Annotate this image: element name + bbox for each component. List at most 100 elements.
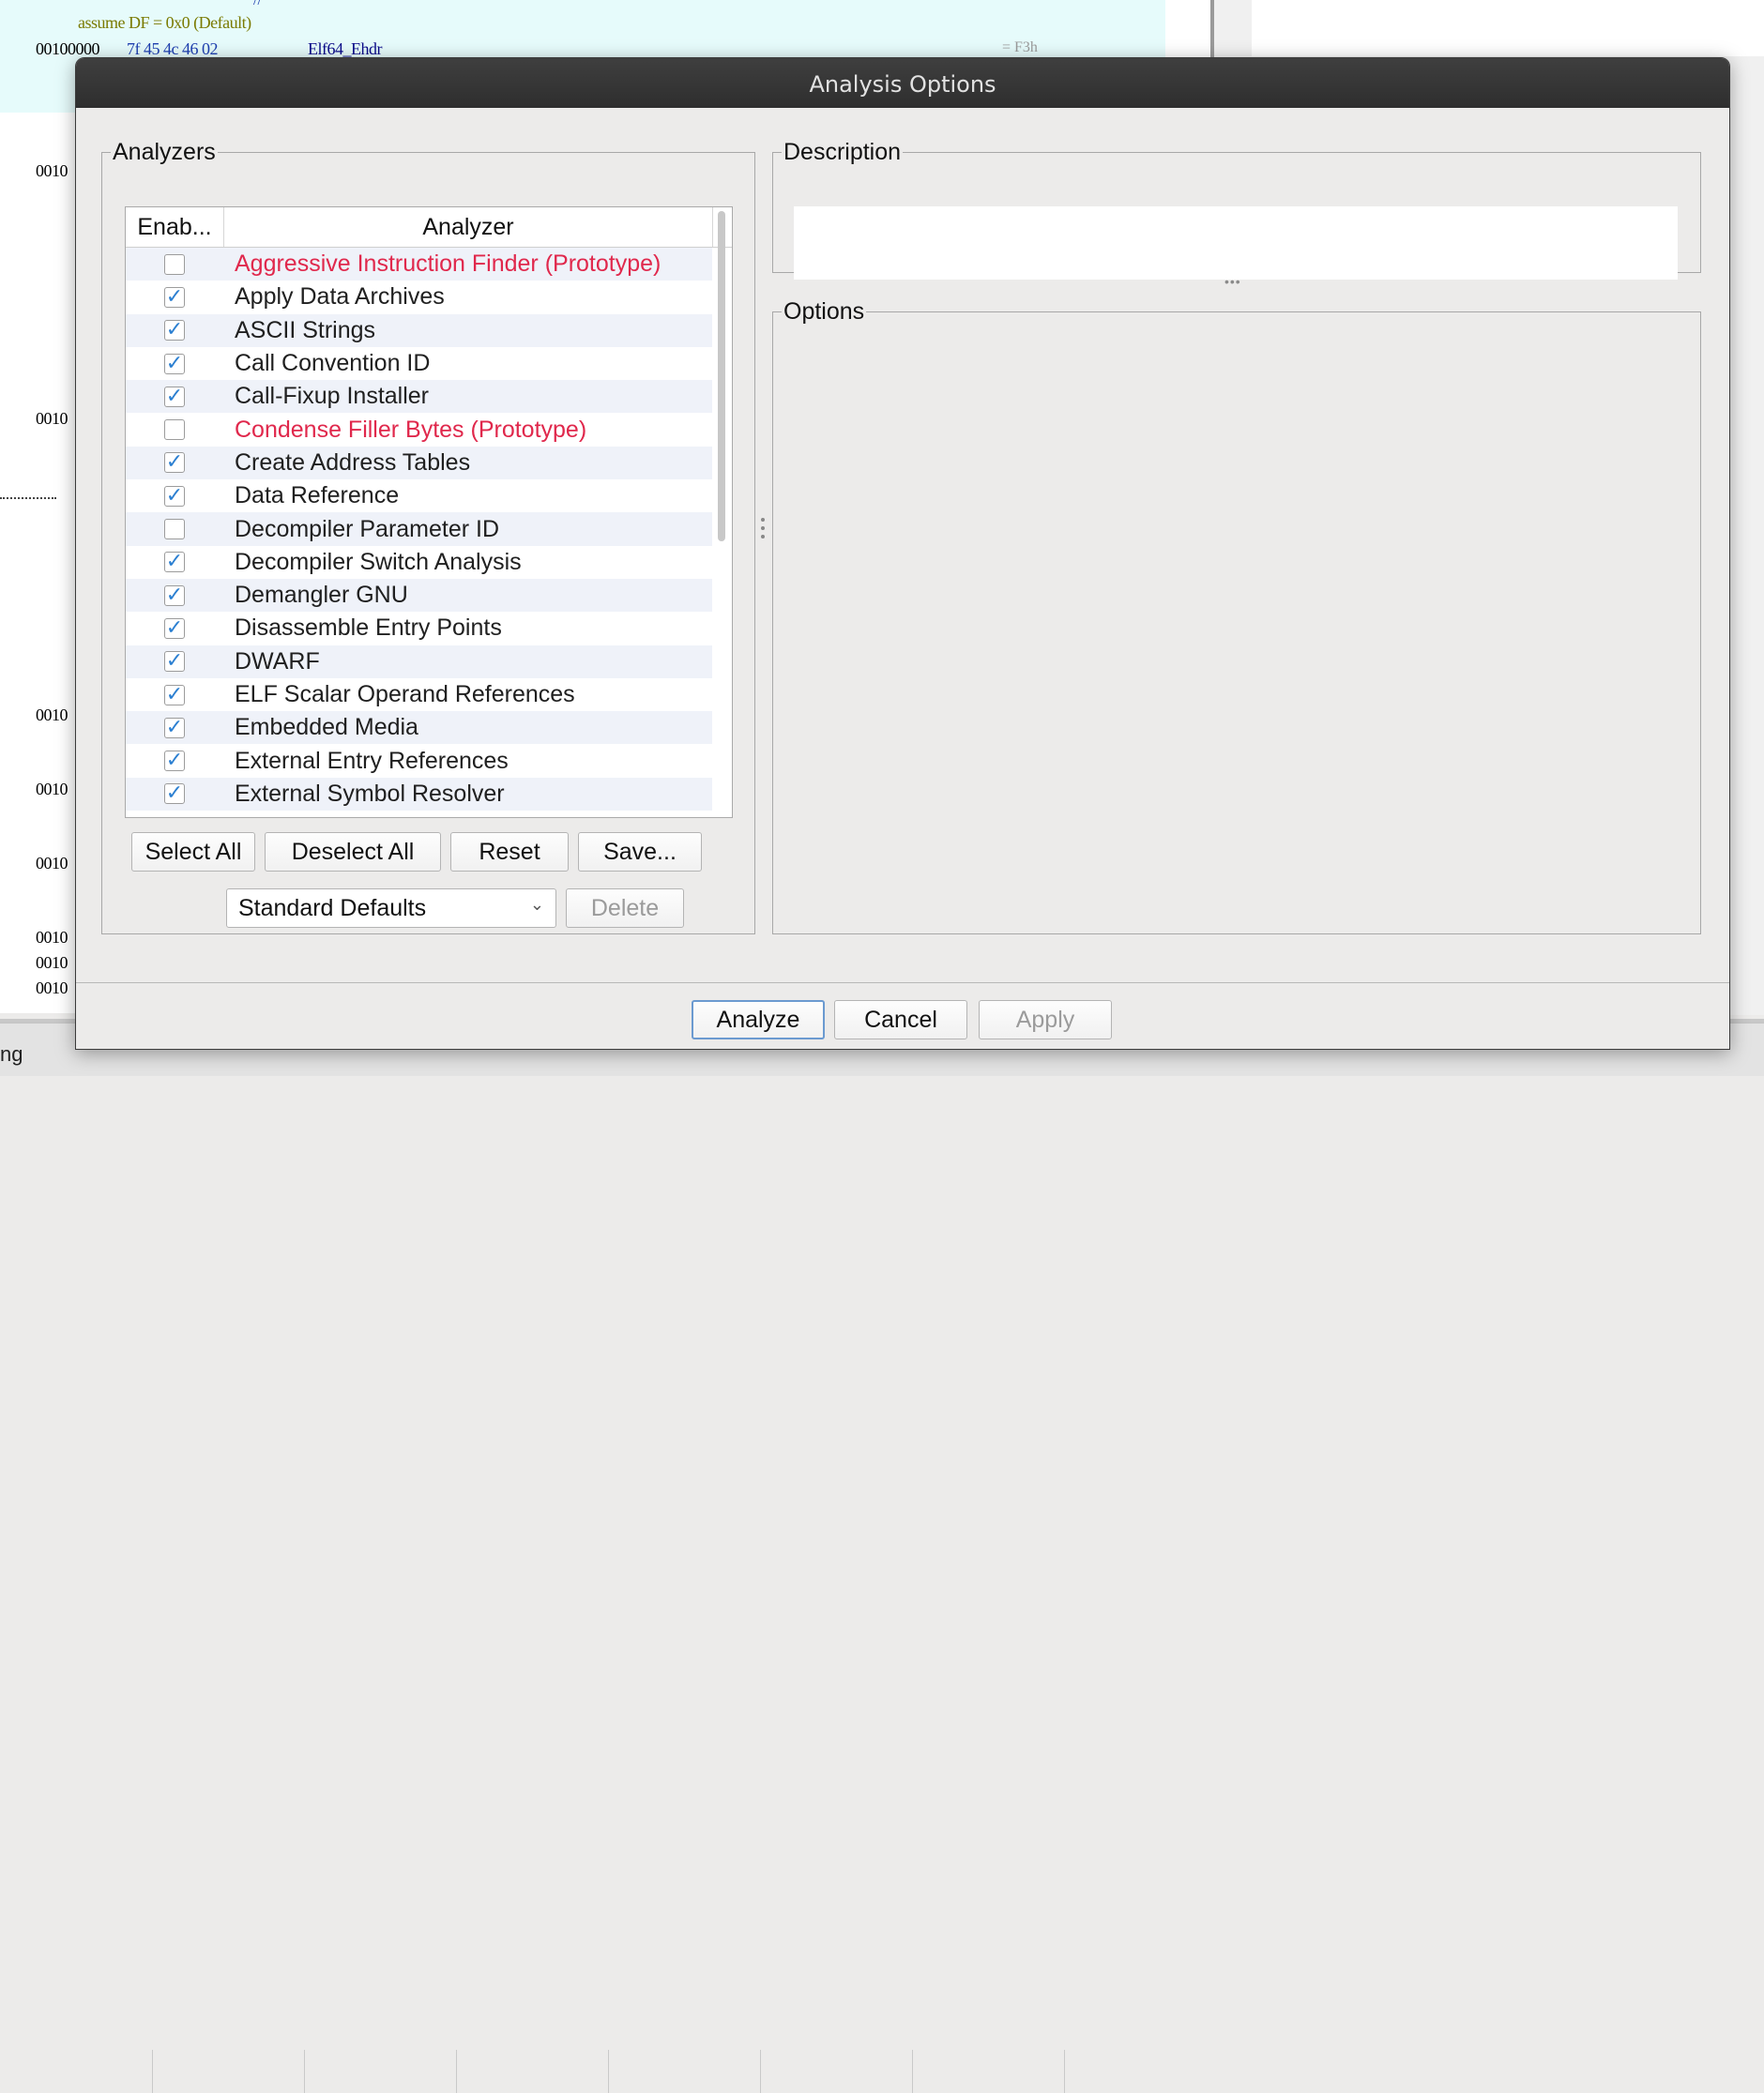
listing-datatype[interactable]: Elf64_Ehdr bbox=[308, 39, 382, 59]
checkmark-icon: ✓ bbox=[165, 583, 184, 607]
table-row[interactable]: Condense Filler Bytes (Prototype) bbox=[126, 413, 712, 447]
listing-address[interactable]: 00100000 bbox=[36, 39, 100, 59]
checkmark-icon: ✓ bbox=[165, 781, 184, 806]
checkmark-icon: ✓ bbox=[165, 384, 184, 408]
checkmark-icon: ✓ bbox=[165, 615, 184, 640]
listing-address[interactable]: 0010 bbox=[36, 953, 68, 973]
analyzer-name: Embedded Media bbox=[235, 714, 418, 741]
column-header-enabled[interactable]: Enab... bbox=[126, 207, 224, 247]
table-row[interactable]: ✓ Data Reference bbox=[126, 479, 712, 513]
enabled-checkbox[interactable]: ✓ bbox=[164, 351, 185, 375]
options-legend: Options bbox=[783, 298, 865, 325]
listing-address[interactable]: 0010 bbox=[36, 978, 68, 998]
save-button[interactable]: Save... bbox=[578, 832, 702, 872]
table-row[interactable]: ✓ External Symbol Resolver bbox=[126, 777, 712, 811]
analyzer-name: Aggressive Instruction Finder (Prototype… bbox=[235, 250, 662, 278]
table-row[interactable]: Decompiler Parameter ID bbox=[126, 512, 712, 546]
delete-button[interactable]: Delete bbox=[566, 888, 684, 928]
enabled-checkbox[interactable]: ✓ bbox=[164, 649, 185, 674]
enabled-cell bbox=[126, 419, 223, 441]
column-header-analyzer[interactable]: Analyzer bbox=[224, 207, 713, 247]
checkmark-icon: ✓ bbox=[165, 682, 184, 706]
table-row[interactable]: ✓ External Entry References bbox=[126, 744, 712, 778]
listing-address[interactable]: 0010 bbox=[36, 780, 68, 799]
table-row[interactable]: ✓ Call Convention ID bbox=[126, 346, 712, 381]
dialog-titlebar[interactable]: Analysis Options bbox=[76, 58, 1729, 108]
listing-separator bbox=[0, 497, 56, 499]
analyzer-name: Apply Data Archives bbox=[235, 283, 445, 311]
cancel-button[interactable]: Cancel bbox=[834, 1000, 967, 1039]
status-tab-separator bbox=[304, 2050, 305, 2093]
deselect-all-button[interactable]: Deselect All bbox=[265, 832, 441, 872]
status-tab-separator bbox=[760, 2050, 761, 2093]
apply-button[interactable]: Apply bbox=[979, 1000, 1112, 1039]
table-row[interactable]: ✓ Demangler GNU bbox=[126, 578, 712, 613]
enabled-checkbox[interactable] bbox=[164, 253, 185, 275]
enabled-cell: ✓ bbox=[126, 320, 223, 341]
enabled-checkbox[interactable] bbox=[164, 519, 185, 540]
table-row[interactable]: ✓ Disassemble Entry Points bbox=[126, 612, 712, 645]
enabled-cell: ✓ bbox=[126, 351, 223, 375]
analyzer-name: Data Reference bbox=[235, 482, 400, 509]
profile-select-value: Standard Defaults bbox=[238, 895, 427, 921]
table-row[interactable]: ✓ Embedded Media bbox=[126, 711, 712, 745]
enabled-checkbox[interactable] bbox=[164, 419, 185, 441]
listing-address[interactable]: 0010 bbox=[36, 705, 68, 725]
enabled-cell: ✓ bbox=[126, 485, 223, 507]
table-row[interactable]: ✓ ASCII Strings bbox=[126, 313, 712, 347]
checkmark-icon: ✓ bbox=[165, 284, 184, 309]
listing-address[interactable]: 0010 bbox=[36, 854, 68, 873]
enabled-cell: ✓ bbox=[126, 649, 223, 674]
enabled-checkbox[interactable]: ✓ bbox=[164, 452, 185, 474]
enabled-checkbox[interactable]: ✓ bbox=[164, 384, 185, 408]
analyze-button[interactable]: Analyze bbox=[692, 1000, 825, 1039]
listing-bytes[interactable]: 7f 45 4c 46 02 bbox=[127, 39, 218, 59]
enabled-checkbox[interactable]: ✓ bbox=[164, 682, 185, 706]
analyzer-name: ASCII Strings bbox=[235, 316, 376, 343]
reset-button[interactable]: Reset bbox=[450, 832, 569, 872]
enabled-checkbox[interactable]: ✓ bbox=[164, 751, 185, 772]
enabled-checkbox[interactable]: ✓ bbox=[164, 717, 185, 738]
enabled-checkbox[interactable]: ✓ bbox=[164, 320, 185, 341]
options-group: Options bbox=[772, 298, 1701, 934]
analyzers-rows: Aggressive Instruction Finder (Prototype… bbox=[126, 248, 712, 811]
horizontal-splitter-handle[interactable]: ••• bbox=[1224, 274, 1241, 289]
table-row[interactable]: ✓ Decompiler Switch Analysis bbox=[126, 545, 712, 579]
checkmark-icon: ✓ bbox=[165, 649, 184, 674]
status-tab-separator bbox=[608, 2050, 609, 2093]
enabled-checkbox[interactable]: ✓ bbox=[164, 615, 185, 640]
enabled-cell: ✓ bbox=[126, 384, 223, 408]
table-row[interactable]: ✓ Create Address Tables bbox=[126, 446, 712, 480]
vertical-splitter-handle[interactable] bbox=[760, 518, 766, 550]
table-row[interactable]: ✓ Apply Data Archives bbox=[126, 281, 712, 314]
table-header: Enab... Analyzer bbox=[126, 207, 732, 248]
enabled-checkbox[interactable]: ✓ bbox=[164, 583, 185, 607]
listing-address[interactable]: 0010 bbox=[36, 409, 68, 429]
enabled-checkbox[interactable]: ✓ bbox=[164, 781, 185, 806]
table-scrollbar-thumb[interactable] bbox=[718, 211, 725, 541]
analysis-options-dialog: Analysis Options Analyzers Enab... Analy… bbox=[75, 57, 1730, 1050]
table-row[interactable]: Aggressive Instruction Finder (Prototype… bbox=[126, 248, 712, 281]
analyzers-legend: Analyzers bbox=[113, 139, 216, 165]
analyzer-name: Create Address Tables bbox=[235, 448, 471, 476]
description-group: Description bbox=[772, 139, 1701, 280]
checkmark-icon: ✓ bbox=[165, 351, 184, 375]
table-row[interactable]: ✓ DWARF bbox=[126, 645, 712, 678]
enabled-checkbox[interactable]: ✓ bbox=[164, 550, 185, 574]
select-all-button[interactable]: Select All bbox=[131, 832, 255, 872]
analyzer-name: Call-Fixup Installer bbox=[235, 383, 430, 410]
checkmark-icon: ✓ bbox=[165, 550, 184, 574]
status-tab-separator bbox=[456, 2050, 457, 2093]
enabled-cell: ✓ bbox=[126, 751, 223, 772]
analyzers-table[interactable]: Enab... Analyzer Aggressive Instruction … bbox=[125, 206, 733, 818]
enabled-checkbox[interactable]: ✓ bbox=[164, 284, 185, 309]
enabled-checkbox[interactable]: ✓ bbox=[164, 485, 185, 507]
table-row[interactable]: ✓ Call-Fixup Installer bbox=[126, 380, 712, 414]
table-row[interactable]: ✓ ELF Scalar Operand References bbox=[126, 677, 712, 712]
enabled-cell: ✓ bbox=[126, 717, 223, 738]
profile-select[interactable]: Standard Defaults ⌄ bbox=[226, 888, 556, 928]
listing-address[interactable]: 0010 bbox=[36, 161, 68, 181]
analyzers-group: Analyzers Enab... Analyzer Aggressive In… bbox=[101, 139, 755, 934]
listing-address[interactable]: 0010 bbox=[36, 928, 68, 948]
description-text bbox=[794, 206, 1678, 280]
